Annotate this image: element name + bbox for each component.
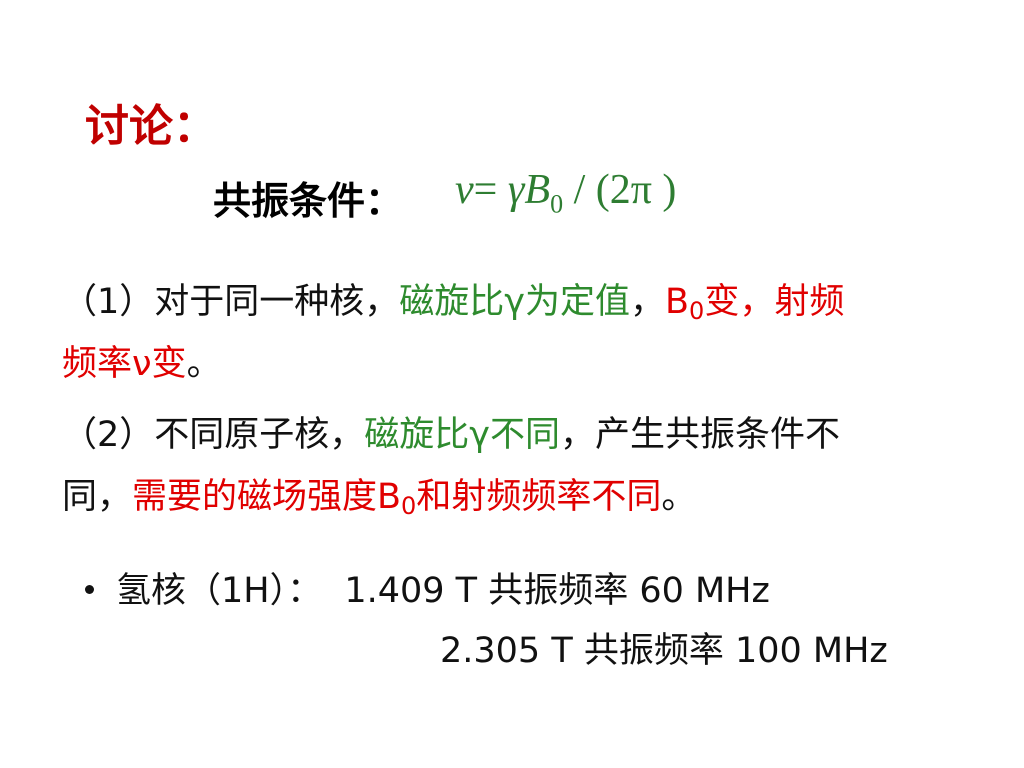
item2-prefix: （2）不同原子核， [62, 415, 365, 455]
item1-line1: （1）对于同一种核，磁旋比γ为定值，B0变，射频 [62, 272, 844, 341]
formula-eq: = [473, 167, 508, 213]
resonance-formula: ν= γB0 / (2π ) [455, 166, 676, 219]
formula-B: B [524, 167, 551, 213]
formula-gamma: γ [507, 167, 525, 213]
formula-B-sub: 0 [550, 189, 564, 219]
hydrogen-bullet: 氢核（1H）： 1.409 T 共振频率 60 MHz [85, 566, 770, 616]
item1-red-B: B [665, 282, 690, 322]
item2-line1: （2）不同原子核，磁旋比γ不同，产生共振条件不 [62, 405, 840, 465]
item2-red-a: 需要的磁场强度B [132, 477, 402, 517]
item1-green: 磁旋比γ为定值 [399, 282, 630, 322]
hydrogen-line1: 1.409 T 共振频率 60 MHz [344, 571, 770, 611]
formula-rest: / (2π ) [563, 167, 677, 213]
item1-line2: 频率ν变。 [62, 334, 222, 394]
item2-green: 磁旋比γ不同 [364, 415, 560, 455]
item2-red-sub: 0 [401, 492, 417, 520]
slide-title: 讨论： [85, 101, 217, 152]
hydrogen-line2: 2.305 T 共振频率 100 MHz [440, 631, 888, 671]
item1-line2-end: 。 [186, 344, 222, 384]
item1-red-rest: 变，射频 [704, 282, 845, 322]
item1-prefix: （1）对于同一种核， [62, 282, 400, 322]
bullet-dot-icon [85, 584, 94, 594]
hydrogen-label: 氢核（1H）： [116, 571, 323, 611]
item2-line2: 同，需要的磁场强度B0和射频频率不同。 [62, 467, 696, 536]
item1-line2-red: 频率ν变 [62, 344, 187, 384]
item2-rest: ，产生共振条件不 [560, 415, 841, 455]
item2-red-b: 和射频频率不同 [416, 477, 662, 517]
item2-line2-end: 。 [661, 477, 697, 517]
resonance-condition-label: 共振条件： [213, 179, 404, 223]
item1-sep: ， [630, 282, 666, 322]
item2-line2-start: 同， [62, 477, 133, 517]
item1-red-B-sub: 0 [689, 297, 705, 325]
formula-nu: ν [455, 167, 474, 213]
